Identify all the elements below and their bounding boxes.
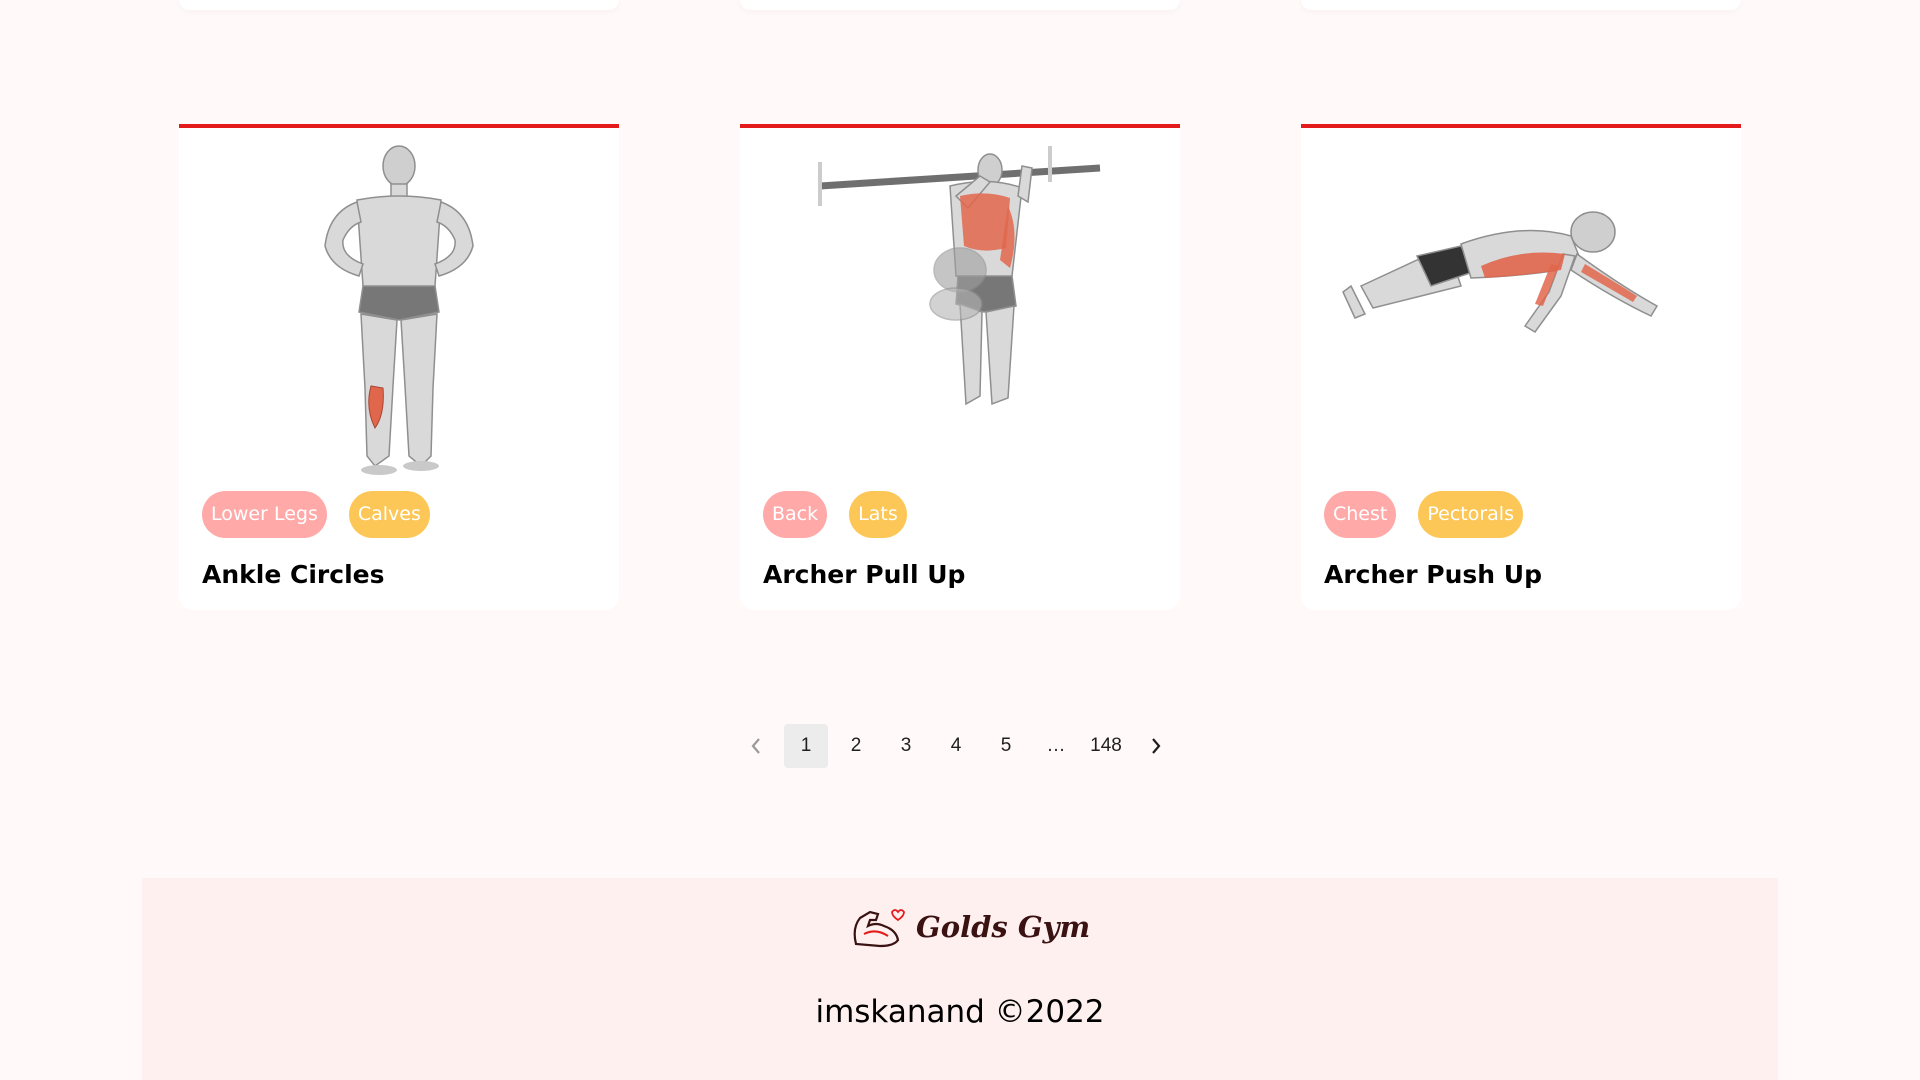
body-part-tag[interactable]: Lower Legs (202, 491, 327, 538)
exercises-page: Lower Legs Calves Ankle Circles Back Lat… (0, 0, 1920, 1080)
copyright-text: imskanand ©2022 (815, 994, 1105, 1030)
page-button-2[interactable]: 2 (834, 724, 878, 768)
exercise-tags: Back Lats (763, 491, 907, 538)
body-part-tag[interactable]: Chest (1324, 491, 1397, 538)
standing-figure-calves-icon (324, 145, 474, 475)
page-button-4[interactable]: 4 (934, 724, 978, 768)
chevron-right-icon (1152, 738, 1161, 754)
chevron-left-icon (751, 738, 760, 754)
logo-text: Golds Gym (916, 910, 1091, 944)
next-page-button[interactable] (1134, 724, 1178, 768)
footer-logo[interactable]: Golds Gym (850, 904, 1090, 950)
push-up-figure-chest-icon (1342, 211, 1659, 333)
exercise-tags: Chest Pectorals (1324, 491, 1523, 538)
exercise-card[interactable]: Back Lats Archer Pull Up (740, 124, 1180, 610)
exercise-card-grid: Lower Legs Calves Ankle Circles Back Lat… (179, 124, 1741, 610)
exercise-title: Ankle Circles (202, 560, 385, 589)
page-button-last[interactable]: 148 (1084, 724, 1128, 768)
exercise-card[interactable]: Chest Pectorals Archer Push Up (1301, 124, 1741, 610)
pull-up-figure-back-icon (818, 146, 1101, 406)
page-button-3[interactable]: 3 (884, 724, 928, 768)
target-muscle-tag[interactable]: Calves (348, 491, 430, 538)
target-muscle-tag[interactable]: Lats (849, 491, 907, 538)
page-button-1[interactable]: 1 (784, 724, 828, 768)
previous-page-button[interactable] (734, 724, 778, 768)
target-muscle-tag[interactable]: Pectorals (1418, 491, 1523, 538)
footer: Golds Gym imskanand ©2022 (142, 878, 1778, 1080)
previous-row-card[interactable] (179, 0, 619, 10)
body-part-tag[interactable]: Back (763, 491, 828, 538)
exercise-card[interactable]: Lower Legs Calves Ankle Circles (179, 124, 619, 610)
exercise-tags: Lower Legs Calves (202, 491, 430, 538)
exercise-title: Archer Pull Up (763, 560, 966, 589)
previous-row-card[interactable] (1301, 0, 1741, 10)
exercise-title: Archer Push Up (1324, 560, 1542, 589)
pagination: 1 2 3 4 5 … 148 (734, 724, 1184, 768)
flexed-arm-icon (853, 909, 905, 948)
pagination-ellipsis: … (1046, 735, 1066, 756)
page-button-5[interactable]: 5 (984, 724, 1028, 768)
previous-row-card[interactable] (740, 0, 1180, 10)
